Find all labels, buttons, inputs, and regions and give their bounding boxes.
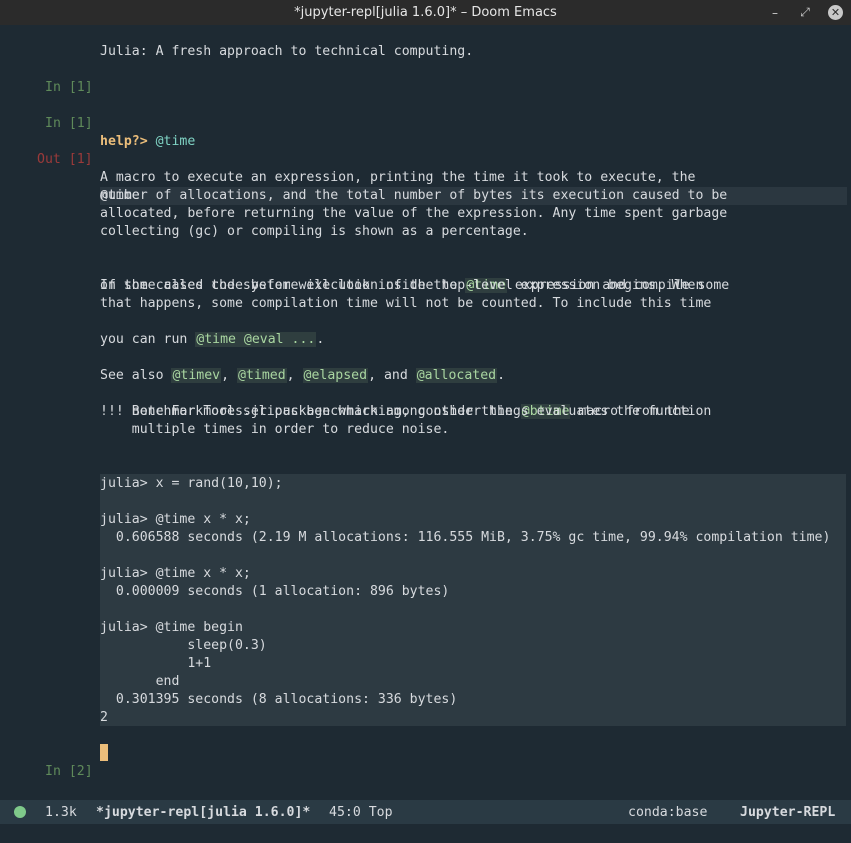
code-line: 0.301395 seconds (8 allocations: 336 byt… bbox=[100, 692, 458, 707]
inline-code: @timed bbox=[237, 368, 287, 383]
prompt-line: In [1] bbox=[0, 61, 851, 95]
code-line: julia> x = rand(10,10); bbox=[100, 476, 283, 491]
modeline: 1.3k *jupyter-repl[julia 1.6.0]* 45:0 To… bbox=[0, 800, 851, 824]
banner-text: Julia: A fresh approach to technical com… bbox=[100, 44, 474, 59]
title-bar: *jupyter-repl[julia 1.6.0]* – Doom Emacs… bbox=[0, 0, 851, 25]
window-title: *jupyter-repl[julia 1.6.0]* – Doom Emacs bbox=[294, 5, 557, 20]
input-line[interactable]: In [2] bbox=[0, 745, 851, 779]
banner-line: Julia: A fresh approach to technical com… bbox=[0, 25, 851, 59]
conda-env[interactable]: conda:base bbox=[628, 805, 707, 820]
echo-area bbox=[0, 824, 851, 843]
code-line: julia> @time x * x; bbox=[100, 512, 251, 527]
code-line: julia> @time begin bbox=[100, 620, 243, 635]
doc-line: allocated, before returning the value of… bbox=[100, 206, 728, 221]
code-line: end bbox=[100, 674, 180, 689]
help-line: In [1] help?> @time bbox=[0, 97, 851, 149]
inline-code: @elapsed bbox=[302, 368, 369, 383]
doc-line: collecting (gc) or compiling is shown as… bbox=[100, 224, 529, 239]
code-line: 2 bbox=[100, 710, 108, 725]
minimize-icon[interactable]: – bbox=[768, 6, 782, 20]
see-also-line: See also @timev, @timed, @elapsed, and @… bbox=[100, 368, 506, 383]
code-line: 0.000009 seconds (1 allocation: 896 byte… bbox=[100, 584, 450, 599]
inline-code: @timev bbox=[171, 368, 222, 383]
inline-code: @allocated bbox=[415, 368, 498, 383]
doc-line: you can run @time @eval .... bbox=[100, 332, 325, 347]
inline-code: @time @eval ... bbox=[195, 332, 317, 347]
code-line: julia> @time x * x; bbox=[100, 566, 251, 581]
close-icon[interactable]: ✕ bbox=[828, 5, 843, 20]
out-line: Out [1] @time bbox=[0, 133, 851, 205]
maximize-icon[interactable]: ⤢ bbox=[798, 5, 812, 20]
code-line: 0.606588 seconds (2.19 M allocations: 11… bbox=[100, 530, 831, 545]
repl-buffer[interactable]: Julia: A fresh approach to technical com… bbox=[0, 25, 851, 800]
code-line: 1+1 bbox=[100, 656, 212, 671]
doc-line: of the called code before execution of t… bbox=[100, 278, 704, 293]
buffer-name[interactable]: *jupyter-repl[julia 1.6.0]* bbox=[96, 805, 310, 820]
cursor-position: 45:0 Top bbox=[329, 804, 393, 820]
in-prompt: In [1] bbox=[45, 116, 93, 131]
window-controls: – ⤢ ✕ bbox=[768, 0, 843, 25]
doc-line: that happens, some compilation time will… bbox=[100, 296, 712, 311]
buffer-state-indicator bbox=[14, 806, 26, 818]
in-prompt: In [2] bbox=[45, 764, 93, 779]
note-line: !!! note For more serious benchmarking, … bbox=[100, 404, 690, 419]
doc-line: number of allocations, and the total num… bbox=[100, 188, 728, 203]
code-line: sleep(0.3) bbox=[100, 638, 267, 653]
buffer-size: 1.3k bbox=[45, 804, 77, 820]
out-prompt: Out [1] bbox=[37, 152, 93, 167]
in-prompt: In [1] bbox=[45, 80, 93, 95]
major-mode[interactable]: Jupyter-REPL bbox=[740, 805, 835, 820]
note-line: BenchmarkTools.jl package which among ot… bbox=[100, 404, 712, 419]
doc-line: A macro to execute an expression, printi… bbox=[100, 170, 696, 185]
text-cursor bbox=[100, 744, 108, 761]
doc-line: In some cases the system will look insid… bbox=[100, 278, 730, 293]
note-line: multiple times in order to reduce noise. bbox=[100, 422, 450, 437]
